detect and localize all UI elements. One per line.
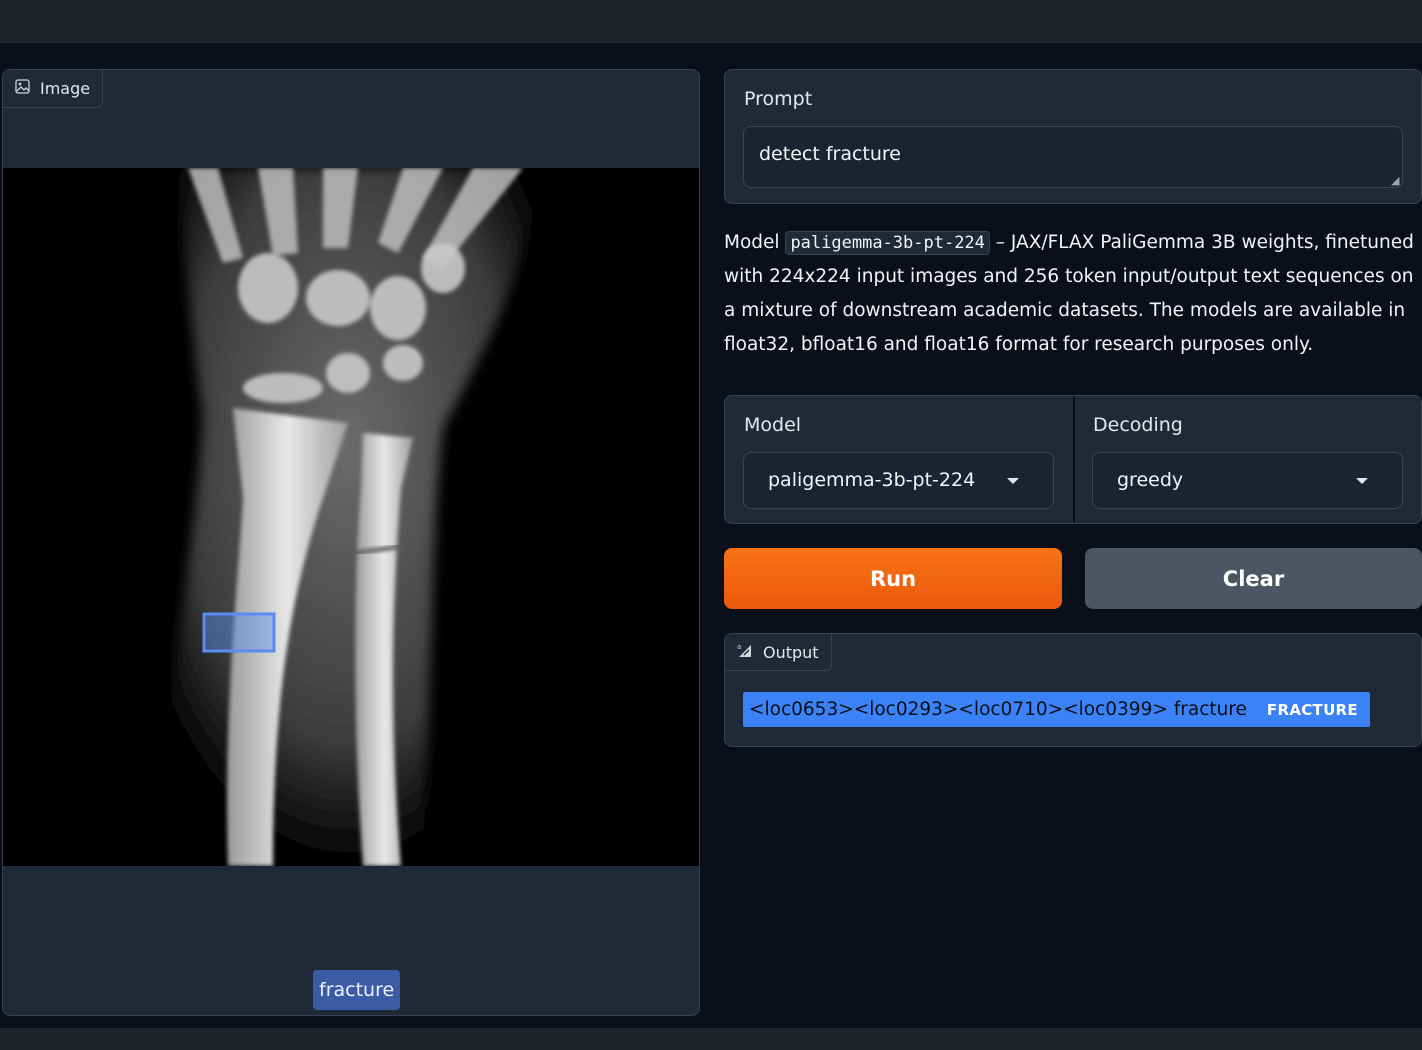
top-bar (0, 0, 1422, 43)
decoding-select-label: Decoding (1093, 414, 1183, 436)
model-code: paligemma-3b-pt-224 (785, 231, 990, 255)
prompt-label: Prompt (744, 88, 813, 110)
image-label-text: Image (40, 79, 91, 98)
decoding-select-value: greedy (1117, 469, 1184, 491)
output-label: a Output (725, 634, 832, 671)
model-select-value: paligemma-3b-pt-224 (768, 469, 976, 491)
model-select-label: Model (744, 414, 802, 436)
chevron-down-icon (1007, 478, 1019, 484)
output-badge: FRACTURE (1266, 700, 1358, 719)
description-prefix: Model (724, 232, 780, 253)
settings-group: Model paligemma-3b-pt-224 Decoding greed… (724, 395, 1422, 524)
image-icon (15, 79, 30, 98)
output-label-text: Output (763, 642, 819, 662)
model-select[interactable]: paligemma-3b-pt-224 (743, 452, 1054, 509)
output-box: a Output <loc0653><loc0293><loc0710><loc… (724, 633, 1422, 747)
bottom-bar (0, 1028, 1422, 1050)
detection-label: fracture (313, 970, 401, 1010)
chevron-down-icon (1356, 478, 1368, 484)
detection-box (202, 612, 276, 653)
highlighted-text-icon: a (737, 642, 753, 662)
image-panel: Image fracture (2, 69, 700, 1016)
resize-handle-icon[interactable]: ◢ (1391, 174, 1399, 187)
run-button[interactable]: Run (724, 548, 1062, 609)
clear-button[interactable]: Clear (1085, 548, 1422, 609)
prompt-input[interactable]: detect fracture (743, 126, 1403, 188)
image-panel-label: Image (3, 70, 104, 108)
xray-image (3, 168, 699, 866)
svg-text:a: a (737, 643, 741, 651)
output-text: <loc0653><loc0293><loc0710><loc0399> fra… (749, 699, 1247, 720)
divider (1073, 396, 1075, 523)
prompt-box: Prompt detect fracture ◢ (724, 69, 1422, 204)
model-description: Model paligemma-3b-pt-224 – JAX/FLAX Pal… (724, 226, 1414, 362)
decoding-select[interactable]: greedy (1092, 452, 1403, 509)
output-highlight: <loc0653><loc0293><loc0710><loc0399> fra… (743, 692, 1370, 727)
